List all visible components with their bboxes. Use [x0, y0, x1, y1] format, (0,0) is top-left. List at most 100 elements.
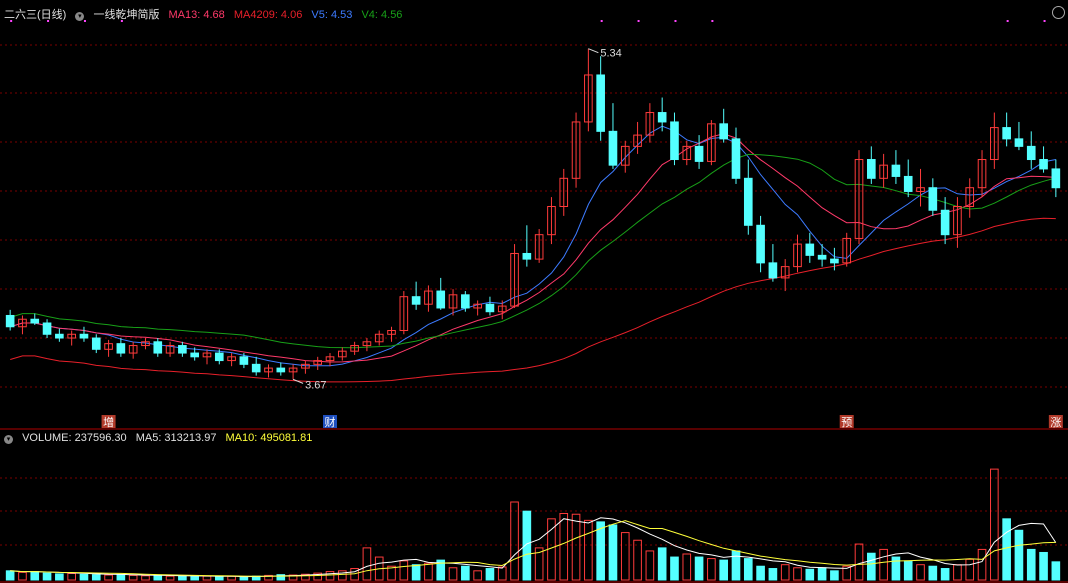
volume-bar[interactable] — [867, 552, 876, 581]
volume-bar[interactable] — [411, 564, 421, 581]
candle-body[interactable] — [42, 322, 52, 335]
volume-bar[interactable] — [510, 501, 519, 581]
candle-body[interactable] — [79, 333, 89, 339]
volume-bar[interactable] — [178, 575, 187, 581]
volume-bar[interactable] — [1002, 518, 1011, 581]
volume-bar[interactable] — [830, 570, 839, 581]
candle-body[interactable] — [1002, 127, 1011, 140]
volume-bar[interactable] — [325, 571, 335, 581]
volume-bar[interactable] — [731, 550, 741, 581]
volume-bar[interactable] — [239, 576, 249, 581]
candle-body[interactable] — [719, 123, 728, 140]
volume-bar[interactable] — [1014, 529, 1024, 581]
candle-body[interactable] — [91, 337, 101, 350]
volume-bar[interactable] — [805, 568, 815, 581]
candle-body[interactable] — [214, 352, 224, 362]
volume-bar[interactable] — [719, 559, 728, 581]
candle-body[interactable] — [743, 177, 753, 226]
candle-body[interactable] — [461, 294, 470, 309]
volume-bar[interactable] — [596, 521, 605, 581]
volume-bar[interactable] — [940, 568, 950, 581]
candle-body[interactable] — [30, 318, 40, 324]
volume-bar[interactable] — [362, 547, 372, 581]
volume-bar[interactable] — [473, 570, 482, 581]
volume-bar[interactable] — [153, 574, 163, 581]
candle-body[interactable] — [1039, 159, 1048, 170]
volume-bar[interactable] — [399, 560, 409, 581]
volume-bar[interactable] — [485, 568, 495, 581]
candle-body[interactable] — [239, 356, 249, 365]
volume-bar[interactable] — [424, 562, 433, 581]
volume-bar[interactable] — [682, 553, 692, 581]
candle-body[interactable] — [190, 352, 199, 358]
volume-bar[interactable] — [584, 519, 593, 581]
volume-bar[interactable] — [645, 550, 655, 581]
volume-bar[interactable] — [990, 468, 999, 581]
volume-bar[interactable] — [55, 573, 64, 581]
volume-bar[interactable] — [817, 567, 827, 581]
volume-bar[interactable] — [338, 570, 347, 581]
volume-bar[interactable] — [448, 567, 458, 581]
candle-body[interactable] — [830, 258, 839, 264]
volume-bar[interactable] — [1026, 548, 1036, 581]
volume-bar[interactable] — [903, 560, 913, 581]
volume-bar[interactable] — [214, 576, 224, 581]
candle-body[interactable] — [731, 138, 741, 179]
candle-body[interactable] — [178, 345, 187, 354]
candle-body[interactable] — [153, 341, 163, 354]
volume-bar[interactable] — [116, 574, 126, 581]
volume-bar[interactable] — [608, 524, 618, 581]
volume-bar[interactable] — [559, 512, 569, 581]
candle-body[interactable] — [756, 224, 765, 264]
candle-body[interactable] — [928, 187, 938, 211]
candle-body[interactable] — [768, 262, 778, 279]
candle-body[interactable] — [608, 130, 618, 166]
candle-body[interactable] — [867, 159, 876, 179]
candle-body[interactable] — [1014, 138, 1024, 147]
candle-body[interactable] — [55, 333, 64, 339]
volume-bar[interactable] — [879, 548, 888, 581]
candle-body[interactable] — [670, 121, 679, 161]
volume-bar[interactable] — [743, 558, 753, 581]
volume-bar[interactable] — [977, 548, 987, 581]
volume-bar[interactable] — [67, 573, 76, 581]
volume-bar[interactable] — [694, 556, 704, 581]
volume-bar[interactable] — [5, 570, 15, 581]
volume-bar[interactable] — [128, 574, 138, 581]
volume-bar[interactable] — [854, 543, 864, 581]
volume-bar[interactable] — [227, 575, 236, 581]
volume-bar[interactable] — [202, 575, 212, 581]
volume-bar[interactable] — [165, 575, 175, 581]
candle-body[interactable] — [116, 343, 126, 354]
volume-bar[interactable] — [756, 565, 765, 581]
candle-body[interactable] — [251, 363, 261, 373]
volume-bar[interactable] — [1051, 561, 1061, 581]
volume-bar[interactable] — [104, 574, 113, 581]
volume-bar[interactable] — [91, 574, 101, 581]
volume-bar[interactable] — [79, 573, 89, 581]
candle-body[interactable] — [411, 296, 421, 305]
volume-bar[interactable] — [30, 571, 40, 581]
volume-bar[interactable] — [965, 558, 975, 581]
candle-body[interactable] — [657, 112, 667, 123]
candle-body[interactable] — [891, 164, 901, 177]
candle-body[interactable] — [485, 303, 495, 313]
candle-body[interactable] — [694, 145, 704, 162]
candle-body[interactable] — [436, 290, 446, 309]
chart-canvas[interactable]: 5.34 3.67 增 财 预 涨 — [0, 0, 1068, 583]
candle-body[interactable] — [940, 209, 950, 236]
volume-bar[interactable] — [190, 576, 199, 581]
volume-bar[interactable] — [1039, 551, 1048, 581]
candle-body[interactable] — [276, 367, 286, 373]
candle-body[interactable] — [805, 243, 815, 256]
candle-body[interactable] — [1026, 145, 1036, 161]
volume-bar[interactable] — [670, 556, 679, 581]
volume-bar[interactable] — [657, 547, 667, 581]
candle-body[interactable] — [1051, 168, 1061, 189]
volume-bar[interactable] — [633, 539, 642, 581]
volume-bar[interactable] — [953, 564, 962, 581]
candle-body[interactable] — [596, 74, 605, 132]
candle-body[interactable] — [5, 314, 15, 328]
volume-bar[interactable] — [916, 564, 925, 581]
volume-bar[interactable] — [42, 572, 52, 581]
